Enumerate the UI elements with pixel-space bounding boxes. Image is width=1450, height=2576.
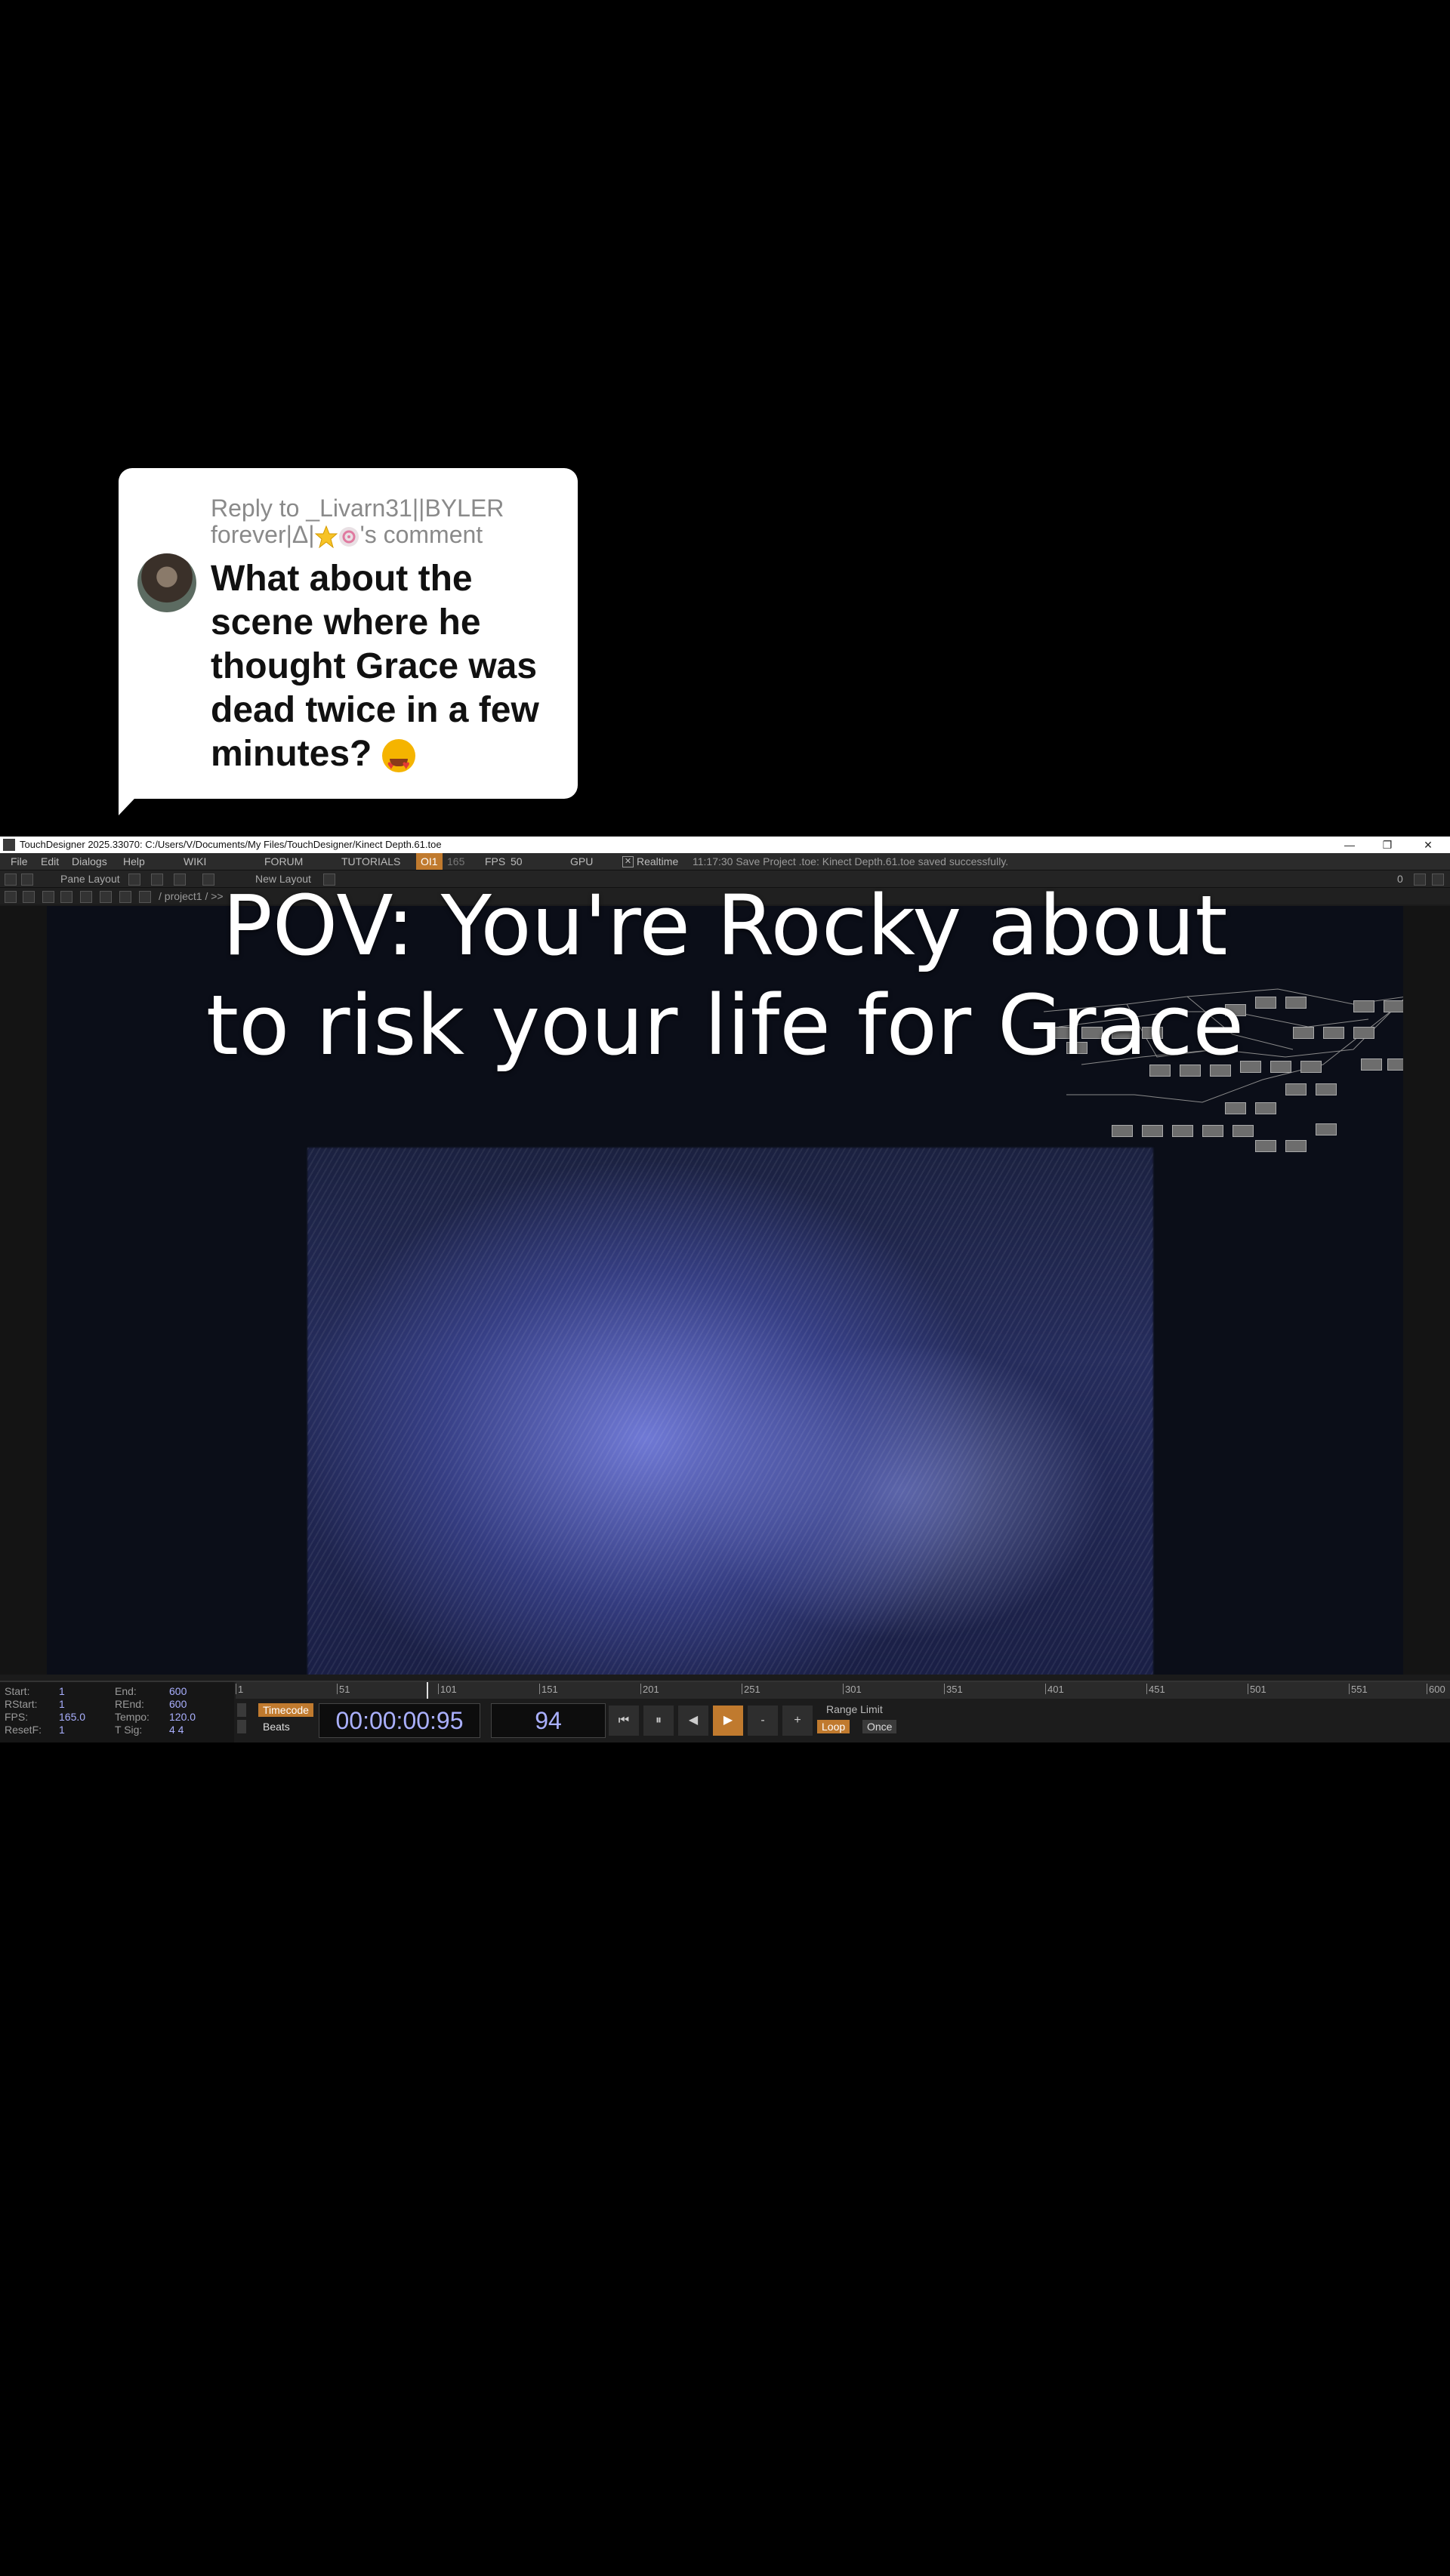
ruler-tick: 501 xyxy=(1248,1684,1266,1695)
depth-render-texture xyxy=(307,1148,1153,1675)
ruler-tick: 551 xyxy=(1349,1684,1368,1695)
forum-link[interactable]: FORUM xyxy=(264,853,303,870)
realtime-checkbox[interactable]: ✕ xyxy=(622,856,634,867)
operator-node[interactable] xyxy=(1142,1125,1163,1137)
operator-node[interactable] xyxy=(1255,1140,1276,1152)
operator-node[interactable] xyxy=(1232,1125,1254,1137)
rewind-to-start-button[interactable]: ⏮ xyxy=(609,1706,639,1736)
ruler-tick: 600 xyxy=(1427,1684,1445,1695)
play-forward-button[interactable]: ▶ xyxy=(713,1706,743,1736)
status-message: 11:17:30 Save Project .toe: Kinect Depth… xyxy=(693,855,1009,867)
reply-header-line1: Reply to _Livarn31||BYLER xyxy=(211,495,504,522)
operator-node[interactable] xyxy=(1316,1123,1337,1135)
avatar[interactable] xyxy=(137,553,196,612)
realtime-label: Realtime xyxy=(637,855,679,867)
ruler-tick: 451 xyxy=(1146,1684,1165,1695)
timeline-info: Start: 1 End: 600 RStart: 1 REnd: 600 FPS: 16… xyxy=(0,1682,234,1742)
ruler-tick: 301 xyxy=(843,1684,862,1695)
play-backward-button[interactable]: ◀ xyxy=(678,1706,708,1736)
window-title: TouchDesigner 2025.33070: C:/Users/V/Doc… xyxy=(20,839,442,850)
reply-bubble-tail xyxy=(119,785,147,815)
resetf-field[interactable]: ResetF: 1 xyxy=(5,1724,65,1736)
caption-line-1: POV: You're Rocky about xyxy=(222,877,1228,974)
operator-node[interactable] xyxy=(1112,1125,1133,1137)
step-forward-button[interactable]: + xyxy=(782,1706,813,1736)
reply-header-suffix: 's comment xyxy=(359,521,483,548)
operator-node[interactable] xyxy=(1285,1140,1307,1152)
mode-toggle-down-icon[interactable] xyxy=(237,1720,246,1733)
rend-field[interactable]: REnd: 600 xyxy=(115,1698,187,1710)
beats-mode-button[interactable]: Beats xyxy=(258,1720,295,1733)
menu-file[interactable]: File xyxy=(11,853,28,870)
tempo-field[interactable]: Tempo: 120.0 xyxy=(115,1711,196,1723)
fps-field[interactable]: FPS: 165.0 xyxy=(5,1711,85,1723)
ruler-tick: 201 xyxy=(640,1684,659,1695)
minimize-button[interactable]: — xyxy=(1331,837,1368,853)
operator-node[interactable] xyxy=(1225,1102,1246,1114)
ruler-tick: 51 xyxy=(336,1684,350,1695)
reply-header-line2: forever|Δ| 's comment xyxy=(211,522,558,548)
loop-button[interactable]: Loop xyxy=(817,1720,850,1733)
swirl-emoji-icon xyxy=(338,525,360,548)
reply-header-user-part: forever|Δ| xyxy=(211,521,315,548)
ruler-tick: 1 xyxy=(235,1684,244,1695)
operator-node[interactable] xyxy=(1172,1125,1193,1137)
caption-line-2: to risk your life for Grace xyxy=(205,977,1245,1074)
title-bar: TouchDesigner 2025.33070: C:/Users/V/Doc… xyxy=(0,837,1450,853)
perf-badge[interactable]: OI1 xyxy=(416,853,443,870)
video-caption: POV: You're Rocky about to risk your lif… xyxy=(0,876,1450,1075)
perf-value: 165 xyxy=(447,855,465,867)
range-limit-label: Range Limit xyxy=(826,1703,883,1715)
reply-header: Reply to _Livarn31||BYLER forever|Δ| 's c… xyxy=(211,495,558,548)
menu-bar: File Edit Dialogs Help WIKI FORUM TUTORI… xyxy=(0,853,1450,870)
end-field[interactable]: End: 600 xyxy=(115,1685,187,1697)
ruler-tick: 351 xyxy=(944,1684,963,1695)
timecode-display[interactable]: 00:00:00:95 xyxy=(319,1703,480,1738)
tsig-field[interactable]: T Sig: 4 4 xyxy=(115,1724,184,1736)
start-field[interactable]: Start: 1 xyxy=(5,1685,65,1697)
timeline-panel: Start: 1 End: 600 RStart: 1 REnd: 600 FPS: 16… xyxy=(0,1681,1450,1742)
ruler-tick: 251 xyxy=(742,1684,760,1695)
reply-body: What about the scene where he thought Gr… xyxy=(211,557,566,787)
operator-node[interactable] xyxy=(1316,1083,1337,1095)
close-button[interactable]: ✕ xyxy=(1409,837,1447,853)
ruler-tick: 101 xyxy=(438,1684,457,1695)
tutorials-link[interactable]: TUTORIALS xyxy=(341,853,400,870)
operator-node[interactable] xyxy=(1285,1083,1307,1095)
menu-help[interactable]: Help xyxy=(123,853,145,870)
restore-button[interactable]: ❐ xyxy=(1368,837,1406,853)
fps-label: FPS xyxy=(485,855,506,867)
playhead[interactable] xyxy=(427,1682,428,1699)
menu-edit[interactable]: Edit xyxy=(41,853,59,870)
ruler-tick: 401 xyxy=(1045,1684,1064,1695)
operator-node[interactable] xyxy=(1202,1125,1223,1137)
transport-controls: Timecode Beats 00:00:00:95 94 ⏮ ⏸ ◀ ▶ - … xyxy=(236,1700,1450,1742)
touchdesigner-app-icon xyxy=(3,839,15,851)
step-back-button[interactable]: - xyxy=(748,1706,778,1736)
frame-display[interactable]: 94 xyxy=(491,1703,606,1738)
wiki-link[interactable]: WIKI xyxy=(184,853,206,870)
timecode-mode-button[interactable]: Timecode xyxy=(258,1703,313,1717)
reply-body-text: What about the scene where he thought Gr… xyxy=(211,559,539,774)
fps-value: 50 xyxy=(511,855,523,867)
pause-button[interactable]: ⏸ xyxy=(643,1706,674,1736)
mode-toggle-up-icon[interactable] xyxy=(237,1703,246,1717)
heart-eyes-emoji-icon xyxy=(381,739,415,787)
rstart-field[interactable]: RStart: 1 xyxy=(5,1698,65,1710)
operator-node[interactable] xyxy=(1255,1102,1276,1114)
timeline-ruler[interactable]: 1 51 101 151 201 251 301 351 401 451 501… xyxy=(235,1682,1450,1699)
ruler-tick: 151 xyxy=(539,1684,558,1695)
star-emoji-icon xyxy=(314,525,338,548)
menu-dialogs[interactable]: Dialogs xyxy=(72,853,107,870)
gpu-label[interactable]: GPU xyxy=(570,853,593,870)
once-button[interactable]: Once xyxy=(862,1720,897,1733)
